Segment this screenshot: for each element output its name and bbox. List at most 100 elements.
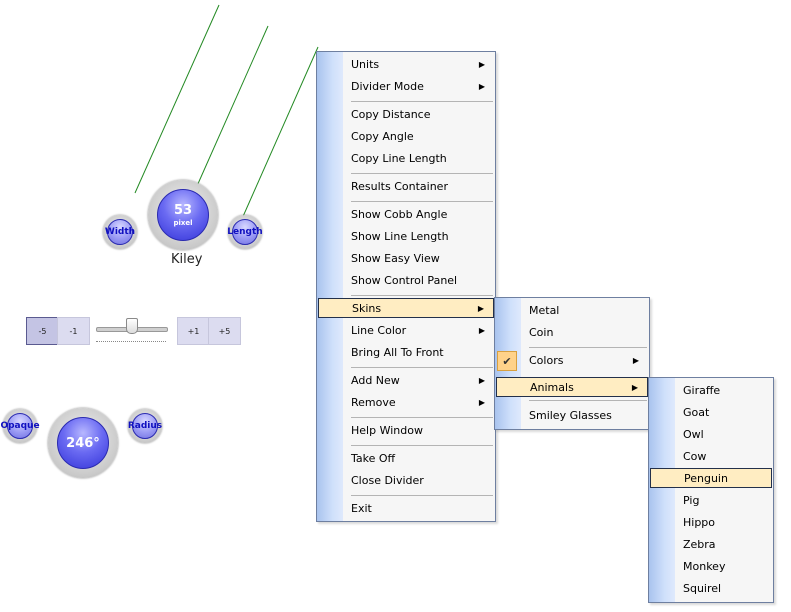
menu-item-take-off[interactable]: Take Off xyxy=(317,448,495,470)
menu-item-zebra[interactable]: Zebra xyxy=(649,534,773,556)
menu-item-close-divider[interactable]: Close Divider xyxy=(317,470,495,492)
menu-item-label: Smiley Glasses xyxy=(529,409,612,422)
context-menu: Units ▶ Divider Mode ▶ Copy Distance Cop… xyxy=(316,51,496,522)
angle-value: 246° xyxy=(66,435,100,451)
submenu-arrow-icon: ▶ xyxy=(631,383,638,392)
menu-item-units[interactable]: Units ▶ xyxy=(317,54,495,76)
guide-line[interactable] xyxy=(196,25,269,187)
length-label: Length xyxy=(227,227,263,237)
menu-item-label: Cow xyxy=(683,450,707,463)
skin-name-label: Kiley xyxy=(171,252,203,267)
width-button[interactable]: Width xyxy=(103,215,137,249)
menu-item-label: Show Line Length xyxy=(351,230,449,243)
distance-dial[interactable]: 53 pixel xyxy=(148,180,218,250)
submenu-arrow-icon: ▶ xyxy=(632,356,639,365)
menu-item-label: Hippo xyxy=(683,516,716,529)
slider-ticks xyxy=(96,341,166,342)
menu-item-help-window[interactable]: Help Window xyxy=(317,420,495,442)
menu-item-colors[interactable]: ✔ Colors ▶ xyxy=(495,350,649,372)
menu-item-label: Bring All To Front xyxy=(351,346,444,359)
menu-item-label: Goat xyxy=(683,406,710,419)
menu-item-copy-angle[interactable]: Copy Angle xyxy=(317,126,495,148)
menu-item-label: Copy Distance xyxy=(351,108,431,121)
menu-item-label: Results Container xyxy=(351,180,448,193)
length-button[interactable]: Length xyxy=(227,215,263,249)
angle-dial[interactable]: 246° xyxy=(48,408,118,478)
menu-item-label: Zebra xyxy=(683,538,716,551)
menu-item-label: Metal xyxy=(529,304,560,317)
menu-item-cow[interactable]: Cow xyxy=(649,446,773,468)
submenu-arrow-icon: ▶ xyxy=(478,376,485,385)
radius-button[interactable]: Radius xyxy=(128,409,162,443)
menu-item-smiley-glasses[interactable]: Smiley Glasses xyxy=(495,405,649,427)
menu-item-squirel[interactable]: Squirel xyxy=(649,578,773,600)
menu-item-bring-all-to-front[interactable]: Bring All To Front xyxy=(317,342,495,364)
menu-item-show-cobb-angle[interactable]: Show Cobb Angle xyxy=(317,204,495,226)
menu-item-show-control-panel[interactable]: Show Control Panel xyxy=(317,270,495,292)
menu-item-monkey[interactable]: Monkey xyxy=(649,556,773,578)
menu-item-goat[interactable]: Goat xyxy=(649,402,773,424)
menu-separator xyxy=(351,295,493,296)
menu-item-label: Giraffe xyxy=(683,384,721,397)
menu-item-coin[interactable]: Coin xyxy=(495,322,649,344)
step-minus-5-button[interactable]: -5 xyxy=(26,317,59,345)
submenu-arrow-icon: ▶ xyxy=(478,398,485,407)
menu-item-label: Divider Mode xyxy=(351,80,424,93)
menu-item-label: Copy Angle xyxy=(351,130,414,143)
slider-thumb[interactable] xyxy=(126,318,138,334)
menu-item-show-easy-view[interactable]: Show Easy View xyxy=(317,248,495,270)
step-plus-1-button[interactable]: +1 xyxy=(177,317,210,345)
menu-separator xyxy=(351,367,493,368)
menu-item-results-container[interactable]: Results Container xyxy=(317,176,495,198)
menu-item-exit[interactable]: Exit xyxy=(317,498,495,520)
menu-item-label: Coin xyxy=(529,326,554,339)
checkmark-icon: ✔ xyxy=(497,351,517,371)
menu-item-label: Pig xyxy=(683,494,700,507)
menu-separator xyxy=(529,400,647,401)
menu-item-label: Penguin xyxy=(684,472,728,485)
menu-item-label: Owl xyxy=(683,428,704,441)
menu-separator xyxy=(351,445,493,446)
menu-item-pig[interactable]: Pig xyxy=(649,490,773,512)
opaque-button[interactable]: Opaque xyxy=(0,409,40,443)
menu-separator xyxy=(351,173,493,174)
submenu-arrow-icon: ▶ xyxy=(478,60,485,69)
menu-item-line-color[interactable]: Line Color ▶ xyxy=(317,320,495,342)
menu-item-metal[interactable]: Metal xyxy=(495,300,649,322)
menu-item-show-line-length[interactable]: Show Line Length xyxy=(317,226,495,248)
animals-submenu: Giraffe Goat Owl Cow Penguin Pig Hippo Z… xyxy=(648,377,774,603)
menu-item-copy-line-length[interactable]: Copy Line Length xyxy=(317,148,495,170)
menu-item-hippo[interactable]: Hippo xyxy=(649,512,773,534)
skins-submenu: Metal Coin ✔ Colors ▶ Animals ▶ Smiley G… xyxy=(494,297,650,430)
opaque-label: Opaque xyxy=(0,421,40,431)
step-plus-5-button[interactable]: +5 xyxy=(208,317,241,345)
distance-unit: pixel xyxy=(173,219,193,227)
guide-line[interactable] xyxy=(240,46,319,222)
menu-item-label: Show Easy View xyxy=(351,252,440,265)
menu-item-remove[interactable]: Remove ▶ xyxy=(317,392,495,414)
submenu-arrow-icon: ▶ xyxy=(477,304,484,313)
menu-item-label: Animals xyxy=(530,381,574,394)
menu-item-label: Skins xyxy=(352,302,382,315)
step-minus-1-button[interactable]: -1 xyxy=(57,317,90,345)
menu-item-animals[interactable]: Animals ▶ xyxy=(496,377,648,397)
menu-item-label: Squirel xyxy=(683,582,722,595)
menu-item-copy-distance[interactable]: Copy Distance xyxy=(317,104,495,126)
menu-item-label: Close Divider xyxy=(351,474,424,487)
radius-label: Radius xyxy=(127,421,163,431)
menu-item-penguin[interactable]: Penguin xyxy=(650,468,772,488)
menu-item-label: Show Cobb Angle xyxy=(351,208,448,221)
menu-separator xyxy=(529,347,647,348)
menu-item-divider-mode[interactable]: Divider Mode ▶ xyxy=(317,76,495,98)
width-label: Width xyxy=(104,227,136,237)
menu-item-skins[interactable]: Skins ▶ xyxy=(318,298,494,318)
menu-separator xyxy=(351,201,493,202)
menu-item-add-new[interactable]: Add New ▶ xyxy=(317,370,495,392)
menu-item-label: Help Window xyxy=(351,424,423,437)
menu-separator xyxy=(351,495,493,496)
submenu-arrow-icon: ▶ xyxy=(478,82,485,91)
menu-item-owl[interactable]: Owl xyxy=(649,424,773,446)
menu-separator xyxy=(351,417,493,418)
menu-item-giraffe[interactable]: Giraffe xyxy=(649,380,773,402)
menu-item-label: Monkey xyxy=(683,560,726,573)
